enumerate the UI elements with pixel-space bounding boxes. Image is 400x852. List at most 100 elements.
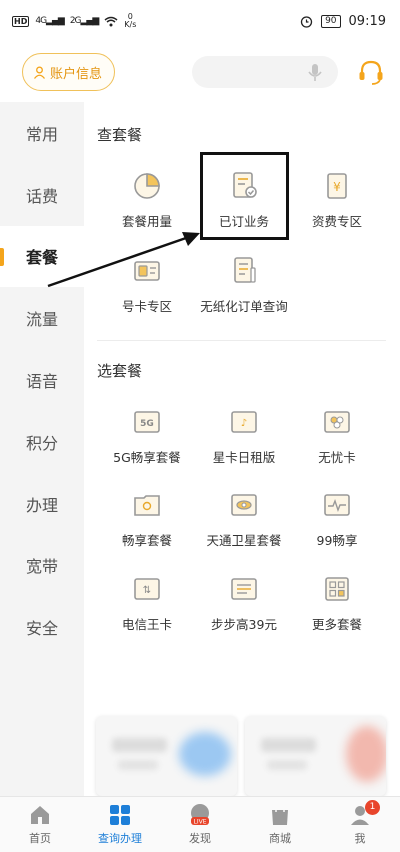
- live-text: LIVE: [193, 819, 206, 826]
- paperless-order-icon: [234, 257, 256, 283]
- tab-label: 查询办理: [98, 832, 142, 845]
- promo-banner-1[interactable]: [96, 716, 237, 796]
- account-info-label: 账户信息: [50, 66, 103, 82]
- signal-1-icon: 4G▂▄▆: [35, 16, 64, 26]
- grid-item-more-plans[interactable]: 更多套餐: [287, 572, 387, 633]
- sidebar-item-流量[interactable]: 流量: [0, 287, 84, 349]
- svg-text:¥: ¥: [333, 180, 341, 194]
- query-grid-icon: [110, 805, 130, 825]
- grid-item-label: 电信王卡: [121, 617, 172, 632]
- pie-chart-icon: [134, 173, 160, 199]
- grid-item-number-card-zone[interactable]: 号卡专区: [97, 254, 197, 315]
- grid-item-label: 星卡日租版: [212, 450, 276, 465]
- king-card-icon: ⇅: [134, 578, 160, 600]
- more-grid-icon: [325, 577, 349, 601]
- grid-item-satellite-plan[interactable]: 天通卫星套餐: [194, 488, 294, 549]
- promo-banner-2[interactable]: [245, 716, 386, 796]
- satellite-card-icon: [231, 494, 257, 516]
- banner-image: [179, 732, 231, 776]
- 5g-card-icon: 5G: [134, 411, 160, 433]
- grid-item-paperless-order-query[interactable]: 无纸化订单查询: [189, 254, 299, 315]
- sim-card-icon: [134, 261, 160, 281]
- grid-item-enjoy-plan[interactable]: 畅享套餐: [97, 488, 197, 549]
- section-divider: [97, 340, 386, 341]
- grid-item-label: 号卡专区: [121, 299, 172, 314]
- banner-blur-text: [261, 738, 316, 752]
- home-icon: [31, 806, 49, 824]
- grid-item-label: 无纸化订单查询: [200, 299, 288, 314]
- alarm-icon: [300, 15, 313, 28]
- sidebar-item-常用[interactable]: 常用: [0, 102, 84, 164]
- folder-card-icon: [134, 495, 160, 516]
- pulse-card-icon: [324, 494, 350, 516]
- grid-item-star-card[interactable]: ♪ 星卡日租版: [194, 405, 294, 466]
- network-type-1: 4G: [35, 16, 47, 26]
- wifi-icon: [104, 16, 118, 26]
- banner-blur-text: [112, 738, 167, 752]
- hd-indicator: HD: [12, 15, 30, 27]
- star-card-icon: ♪: [231, 411, 257, 433]
- clock: 09:19: [348, 13, 386, 29]
- main-content: 查套餐 套餐用量 已订业务 ¥ 资费专区 号卡专区 无纸化订单查询 选套餐 5G…: [84, 102, 400, 796]
- sidebar-item-办理[interactable]: 办理: [0, 473, 84, 535]
- signal-2-icon: 2G▂▄▆: [69, 16, 99, 26]
- banner-blur-subtext: [267, 760, 307, 770]
- battery-icon: 90: [321, 14, 341, 28]
- sidebar-item-积分[interactable]: 积分: [0, 411, 84, 473]
- grid-item-label: 资费专区: [311, 214, 362, 229]
- account-info-button[interactable]: 账户信息: [22, 53, 116, 91]
- tab-label: 商城: [269, 832, 291, 845]
- banner-image: [346, 726, 386, 782]
- sidebar-item-语音[interactable]: 语音: [0, 349, 84, 411]
- network-speed: 0 K/s: [124, 13, 136, 29]
- header: 账户信息: [0, 42, 400, 102]
- bottom-tab-bar: 首页 查询办理 LIVE 发现 商城 1 我: [0, 796, 400, 852]
- customer-service-icon[interactable]: [356, 57, 386, 87]
- tab-home[interactable]: 首页: [0, 797, 80, 852]
- sidebar-item-安全[interactable]: 安全: [0, 596, 84, 658]
- microphone-icon[interactable]: [306, 63, 324, 83]
- grid-item-label: 天通卫星套餐: [206, 533, 282, 548]
- tab-label: 首页: [29, 832, 51, 845]
- sidebar-item-话费[interactable]: 话费: [0, 164, 84, 226]
- grid-item-label: 99畅享: [316, 533, 358, 548]
- grid-item-label: 5G畅享套餐: [113, 450, 181, 465]
- tab-label: 我: [354, 832, 366, 845]
- grid-item-label: 无忧卡: [318, 450, 356, 465]
- status-bar: HD 4G▂▄▆ 2G▂▄▆ 0 K/s 90 09:19: [0, 0, 400, 42]
- live-icon: LIVE: [191, 804, 209, 826]
- notification-badge: 1: [365, 800, 380, 815]
- user-icon: [33, 66, 46, 79]
- grid-item-99-enjoy[interactable]: 99畅享: [287, 488, 387, 549]
- network-speed-unit: K/s: [124, 20, 137, 29]
- grid-item-plan-usage[interactable]: 套餐用量: [97, 169, 197, 230]
- banner-blur-subtext: [118, 760, 158, 770]
- tab-mall[interactable]: 商城: [240, 797, 320, 852]
- worry-free-card-icon: [324, 411, 350, 433]
- stepup-card-icon: [231, 578, 257, 600]
- grid-item-label: 套餐用量: [121, 214, 172, 229]
- grid-item-telecom-king-card[interactable]: ⇅ 电信王卡: [97, 572, 197, 633]
- svg-text:5G: 5G: [140, 419, 154, 429]
- check-section-title: 查套餐: [97, 126, 143, 144]
- status-right: 90 09:19: [300, 14, 386, 29]
- status-left: HD 4G▂▄▆ 2G▂▄▆ 0 K/s: [12, 13, 136, 29]
- grid-item-tariff-zone[interactable]: ¥ 资费专区: [287, 169, 387, 230]
- network-type-2: 2G: [69, 16, 82, 26]
- grid-item-label: 步步高39元: [211, 617, 277, 632]
- grid-item-5g-plan[interactable]: 5G 5G畅享套餐: [97, 405, 197, 466]
- tab-me[interactable]: 1 我: [320, 797, 400, 852]
- tab-label: 发现: [189, 832, 211, 845]
- grid-item-label: 畅享套餐: [121, 533, 172, 548]
- tab-discover[interactable]: LIVE 发现: [160, 797, 240, 852]
- yuan-receipt-icon: ¥: [327, 173, 347, 199]
- grid-item-stepup-39[interactable]: 步步高39元: [194, 572, 294, 633]
- tab-query[interactable]: 查询办理: [80, 797, 160, 852]
- promo-banner-row: [96, 716, 386, 796]
- shopping-bag-icon: [272, 805, 288, 825]
- search-input[interactable]: [192, 56, 338, 88]
- choose-section-title: 选套餐: [97, 362, 143, 380]
- sidebar-item-宽带[interactable]: 宽带: [0, 535, 84, 597]
- grid-item-worry-free-card[interactable]: 无忧卡: [287, 405, 387, 466]
- sidebar-item-套餐[interactable]: 套餐: [0, 225, 84, 288]
